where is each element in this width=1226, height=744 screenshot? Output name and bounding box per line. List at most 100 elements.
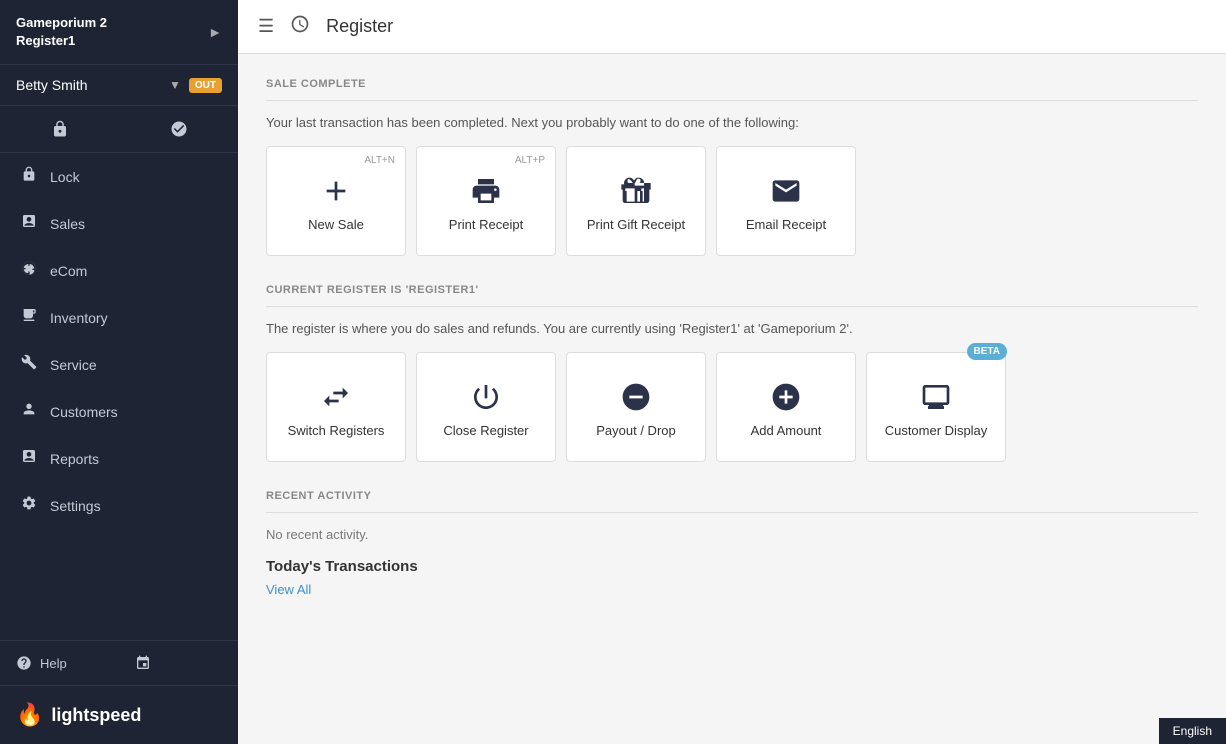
sales-nav-icon bbox=[20, 213, 38, 234]
sidebar-item-ecom[interactable]: eCom bbox=[0, 247, 238, 294]
view-all-link[interactable]: View All bbox=[266, 582, 311, 597]
pin-icon bbox=[135, 655, 151, 671]
add-circle-icon bbox=[770, 381, 802, 413]
recent-activity-section: RECENT ACTIVITY No recent activity. Toda… bbox=[266, 490, 1198, 599]
register-cards: Switch Registers Close Register Payout /… bbox=[266, 352, 1198, 462]
content-area: SALE COMPLETE Your last transaction has … bbox=[238, 54, 1226, 744]
user-dropdown-icon: ▼ bbox=[169, 78, 181, 92]
sidebar-header[interactable]: Gameporium 2 Register1 ► bbox=[0, 0, 238, 65]
payout-drop-label: Payout / Drop bbox=[596, 423, 676, 438]
register-icon bbox=[290, 14, 310, 39]
sidebar-item-label-inventory: Inventory bbox=[50, 310, 108, 326]
customers-nav-icon bbox=[20, 401, 38, 422]
settings-nav-icon bbox=[20, 495, 38, 516]
sidebar-item-label-settings: Settings bbox=[50, 498, 101, 514]
print-icon bbox=[470, 175, 502, 207]
new-sale-label: New Sale bbox=[308, 217, 364, 232]
sidebar-item-service[interactable]: Service bbox=[0, 341, 238, 388]
reports-nav-icon bbox=[20, 448, 38, 469]
display-icon bbox=[920, 381, 952, 413]
current-register-title: CURRENT REGISTER IS 'REGISTER1' bbox=[266, 284, 1198, 296]
sidebar-item-customers[interactable]: Customers bbox=[0, 388, 238, 435]
sidebar-item-inventory[interactable]: Inventory bbox=[0, 294, 238, 341]
email-icon bbox=[770, 175, 802, 207]
sale-complete-title: SALE COMPLETE bbox=[266, 78, 1198, 90]
payout-drop-card[interactable]: Payout / Drop bbox=[566, 352, 706, 462]
user-circle-icon bbox=[170, 120, 188, 138]
switch-registers-card[interactable]: Switch Registers bbox=[266, 352, 406, 462]
sidebar-footer: 🔥 lightspeed bbox=[0, 685, 238, 744]
sidebar-bottom-actions: Help bbox=[0, 640, 238, 685]
recent-activity-divider bbox=[266, 512, 1198, 513]
app-name: Gameporium 2 bbox=[16, 14, 107, 32]
lightspeed-logo: 🔥 lightspeed bbox=[16, 702, 141, 728]
switch-registers-label: Switch Registers bbox=[288, 423, 385, 438]
service-nav-icon bbox=[20, 354, 38, 375]
sidebar-nav: Lock Sales eCom Inventory Service bbox=[0, 153, 238, 640]
email-receipt-card[interactable]: Email Receipt bbox=[716, 146, 856, 256]
ecom-nav-icon bbox=[20, 260, 38, 281]
sidebar: Gameporium 2 Register1 ► Betty Smith ▼ O… bbox=[0, 0, 238, 744]
sidebar-item-settings[interactable]: Settings bbox=[0, 482, 238, 529]
hamburger-icon[interactable]: ☰ bbox=[258, 16, 274, 37]
sale-complete-section: SALE COMPLETE Your last transaction has … bbox=[266, 78, 1198, 256]
sidebar-user[interactable]: Betty Smith ▼ OUT bbox=[0, 65, 238, 106]
sale-complete-cards: ALT+N New Sale ALT+P Print Receipt Print… bbox=[266, 146, 1198, 256]
new-sale-shortcut: ALT+N bbox=[364, 155, 395, 166]
gift-icon bbox=[620, 175, 652, 207]
new-sale-card[interactable]: ALT+N New Sale bbox=[266, 146, 406, 256]
logo-flame-icon: 🔥 bbox=[16, 702, 43, 728]
language-selector[interactable]: English bbox=[1159, 718, 1226, 744]
add-amount-label: Add Amount bbox=[751, 423, 822, 438]
register-name: Register1 bbox=[16, 32, 107, 50]
email-receipt-label: Email Receipt bbox=[746, 217, 826, 232]
sidebar-item-label-sales: Sales bbox=[50, 216, 85, 232]
sidebar-item-label-reports: Reports bbox=[50, 451, 99, 467]
print-receipt-shortcut: ALT+P bbox=[515, 155, 545, 166]
inventory-nav-icon bbox=[20, 307, 38, 328]
add-amount-card[interactable]: Add Amount bbox=[716, 352, 856, 462]
user-status-badge: OUT bbox=[189, 78, 222, 93]
sale-complete-divider bbox=[266, 100, 1198, 101]
logo-text: lightspeed bbox=[51, 705, 141, 726]
help-icon bbox=[16, 655, 32, 671]
sidebar-item-label-service: Service bbox=[50, 357, 97, 373]
sidebar-top-actions bbox=[0, 106, 238, 153]
lock-icon bbox=[51, 120, 69, 138]
current-register-desc: The register is where you do sales and r… bbox=[266, 321, 1198, 336]
topbar: ☰ Register bbox=[238, 0, 1226, 54]
help-button[interactable]: Help bbox=[0, 641, 119, 685]
customer-display-card[interactable]: BETA Customer Display bbox=[866, 352, 1006, 462]
pin-button[interactable] bbox=[119, 641, 238, 685]
switch-icon bbox=[320, 381, 352, 413]
notification-action-button[interactable] bbox=[119, 106, 238, 152]
minus-circle-icon bbox=[620, 381, 652, 413]
recent-activity-title: RECENT ACTIVITY bbox=[266, 490, 1198, 502]
customer-display-label: Customer Display bbox=[885, 423, 988, 438]
close-register-card[interactable]: Close Register bbox=[416, 352, 556, 462]
sale-complete-desc: Your last transaction has been completed… bbox=[266, 115, 1198, 130]
main-content: ☰ Register SALE COMPLETE Your last trans… bbox=[238, 0, 1226, 744]
no-activity-text: No recent activity. bbox=[266, 527, 1198, 542]
help-label: Help bbox=[40, 656, 67, 671]
sidebar-item-lock[interactable]: Lock bbox=[0, 153, 238, 200]
lock-nav-icon bbox=[20, 166, 38, 187]
expand-icon: ► bbox=[208, 24, 222, 40]
sidebar-item-sales[interactable]: Sales bbox=[0, 200, 238, 247]
sidebar-item-label-ecom: eCom bbox=[50, 263, 87, 279]
print-gift-receipt-label: Print Gift Receipt bbox=[587, 217, 685, 232]
sidebar-item-label-lock: Lock bbox=[50, 169, 80, 185]
plus-icon bbox=[320, 175, 352, 207]
sidebar-item-label-customers: Customers bbox=[50, 404, 118, 420]
print-gift-receipt-card[interactable]: Print Gift Receipt bbox=[566, 146, 706, 256]
current-register-divider bbox=[266, 306, 1198, 307]
sidebar-item-reports[interactable]: Reports bbox=[0, 435, 238, 482]
print-receipt-card[interactable]: ALT+P Print Receipt bbox=[416, 146, 556, 256]
beta-badge: BETA bbox=[967, 343, 1007, 360]
current-register-section: CURRENT REGISTER IS 'REGISTER1' The regi… bbox=[266, 284, 1198, 462]
page-title: Register bbox=[326, 16, 393, 37]
print-receipt-label: Print Receipt bbox=[449, 217, 523, 232]
power-icon bbox=[470, 381, 502, 413]
user-name: Betty Smith bbox=[16, 77, 161, 93]
lock-action-button[interactable] bbox=[0, 106, 119, 152]
